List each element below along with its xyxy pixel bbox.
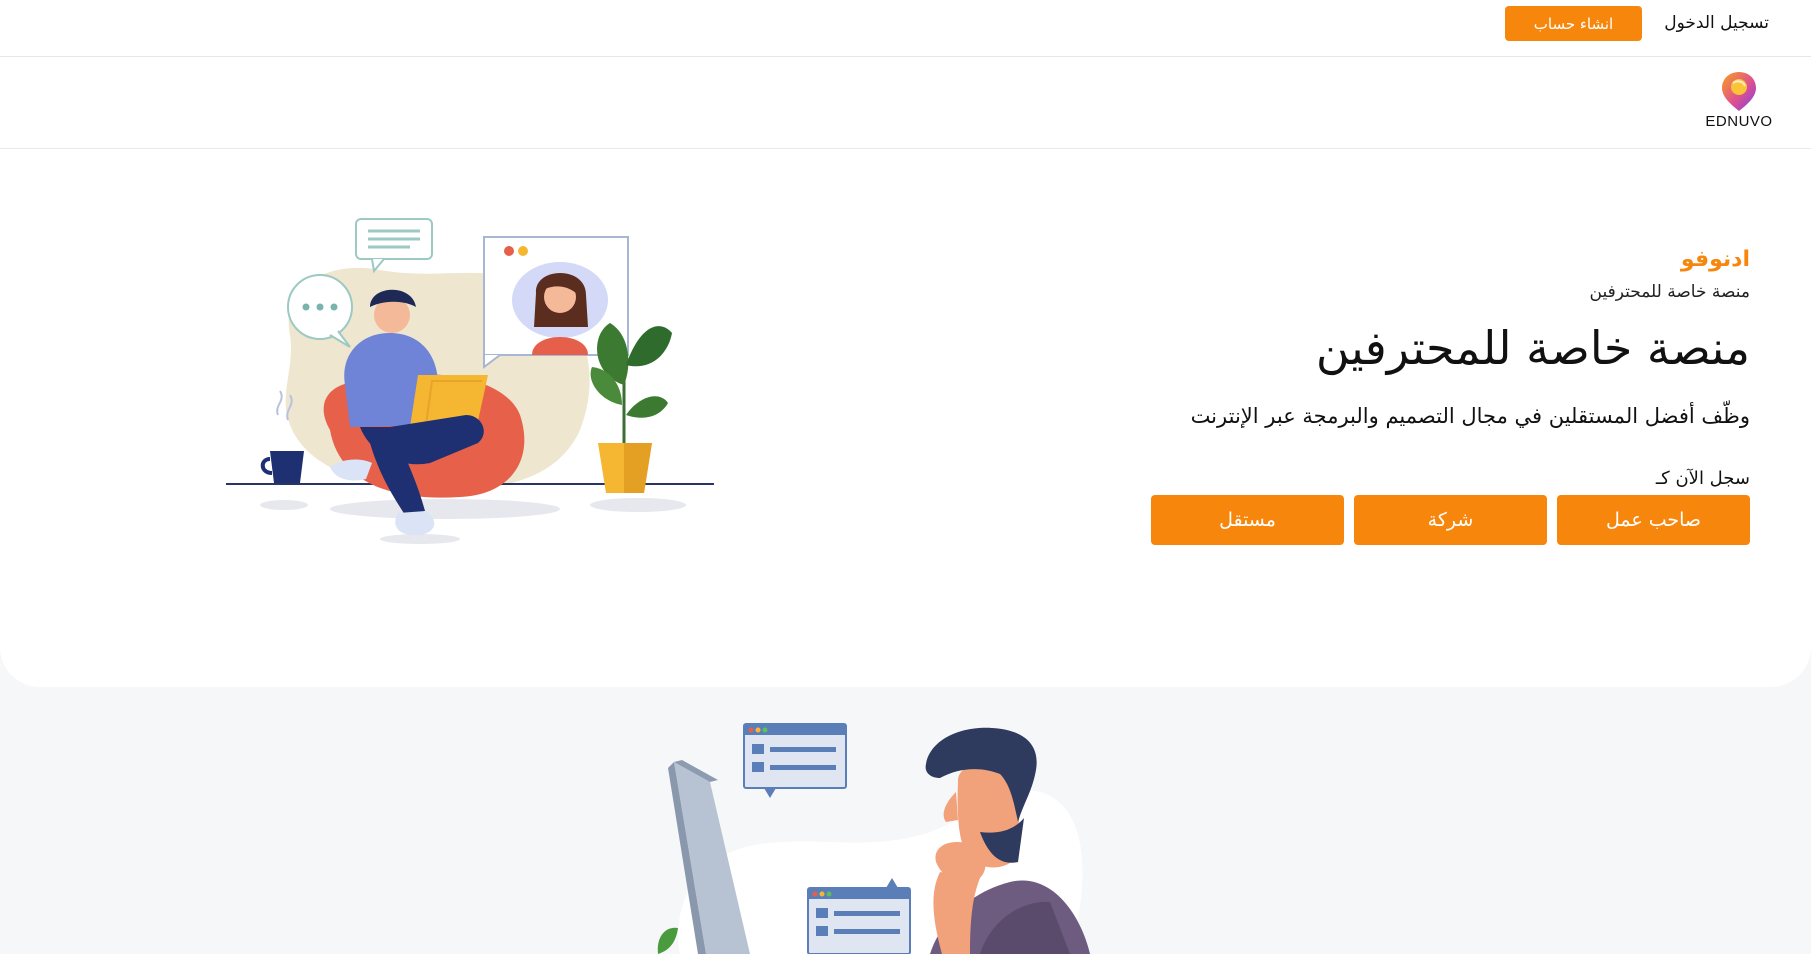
hero-headline: منصة خاصة للمحترفين <box>1315 321 1750 375</box>
register-as-label: سجل الآن كـ <box>1655 468 1750 489</box>
freelancer-video-call-illustration <box>226 218 714 544</box>
thinking-man-at-computer-illustration <box>657 723 1090 954</box>
hero-section: ادنوفو منصة خاصة للمحترفين منصة خاصة للم… <box>0 149 1811 687</box>
map-pin-logo-icon <box>1722 72 1756 111</box>
features-section <box>0 640 1811 954</box>
signup-button[interactable]: انشاء حساب <box>1505 6 1642 41</box>
register-employer-button[interactable]: صاحب عمل <box>1557 495 1750 545</box>
register-freelancer-button[interactable]: مستقل <box>1151 495 1344 545</box>
top-bar: تسجيل الدخول انشاء حساب <box>0 0 1811 57</box>
main-navbar: EDNUVO <box>0 57 1811 149</box>
register-buttons: صاحب عمل شركة مستقل <box>1150 495 1750 545</box>
hero-eyebrow-subtitle: منصة خاصة للمحترفين <box>1589 282 1750 302</box>
brand-name: EDNUVO <box>1705 113 1773 130</box>
login-link[interactable]: تسجيل الدخول <box>1664 13 1769 33</box>
brand-logo[interactable]: EDNUVO <box>1705 70 1773 140</box>
hero-eyebrow: ادنوفو <box>1680 247 1750 272</box>
hero-subline: وظّف أفضل المستقلين في مجال التصميم والب… <box>1190 404 1750 428</box>
register-company-button[interactable]: شركة <box>1354 495 1547 545</box>
